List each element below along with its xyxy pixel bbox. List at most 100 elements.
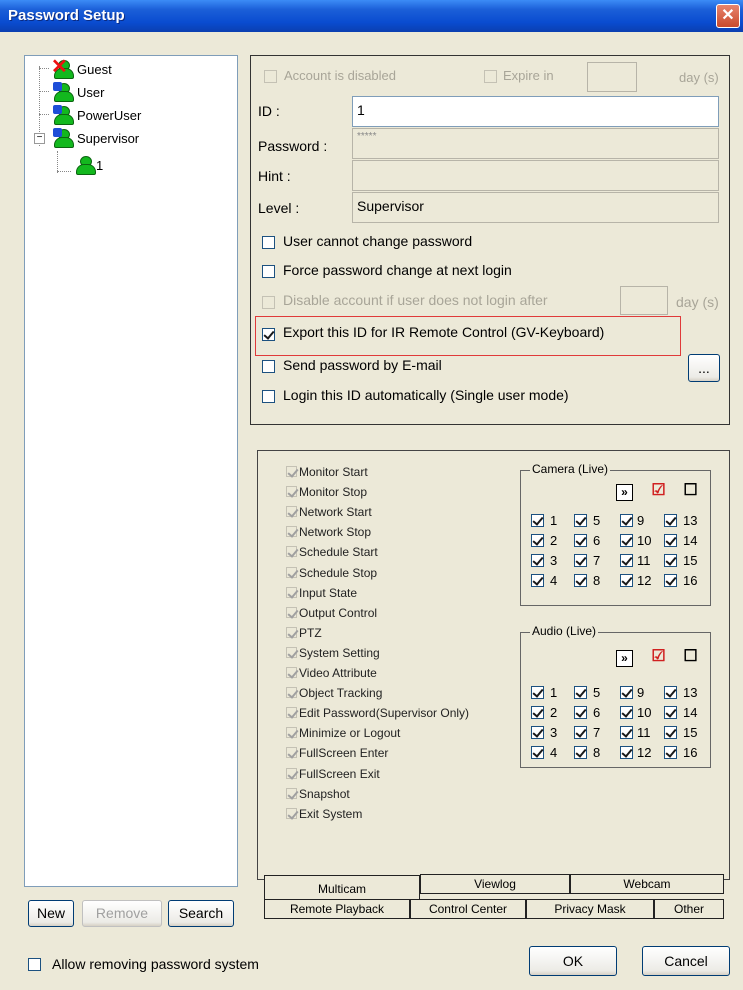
camera-channel-checkbox[interactable]: [620, 554, 633, 567]
camera-channel-checkbox[interactable]: [664, 514, 677, 527]
level-input[interactable]: Supervisor: [352, 192, 719, 223]
camera-select-next-icon[interactable]: »: [616, 484, 633, 501]
audio-channel-checkbox[interactable]: [531, 686, 544, 699]
tab-viewlog[interactable]: Viewlog: [420, 874, 570, 894]
permission-label: Output Control: [299, 605, 378, 620]
audio-channel-checkbox[interactable]: [620, 726, 633, 739]
camera-channel-checkbox[interactable]: [531, 534, 544, 547]
expire-days-input[interactable]: [587, 62, 637, 92]
camera-channel-checkbox[interactable]: [574, 574, 587, 587]
account-disabled-checkbox[interactable]: [264, 70, 277, 83]
camera-channel-checkbox[interactable]: [620, 574, 633, 587]
audio-uncheck-all-icon[interactable]: ☐: [682, 649, 699, 667]
permission-checkbox[interactable]: [286, 707, 297, 719]
audio-channel-checkbox[interactable]: [620, 706, 633, 719]
camera-channel-checkbox[interactable]: [620, 514, 633, 527]
collapse-icon[interactable]: −: [34, 133, 45, 144]
audio-channel-checkbox[interactable]: [620, 746, 633, 759]
audio-channel-checkbox[interactable]: [574, 726, 587, 739]
export-id-ir-remote-checkbox[interactable]: [262, 328, 275, 341]
permission-checkbox[interactable]: [286, 646, 297, 658]
permission-checkbox[interactable]: [286, 667, 297, 678]
disable-after-days-input[interactable]: [620, 286, 668, 315]
camera-channel-label: 8: [593, 573, 601, 588]
audio-channel-checkbox[interactable]: [574, 746, 587, 759]
send-password-email-checkbox[interactable]: [262, 360, 275, 373]
permission-checkbox[interactable]: [286, 747, 297, 759]
camera-uncheck-all-icon[interactable]: ☐: [682, 483, 699, 501]
audio-channel-label: 2: [550, 705, 558, 720]
user-tree[interactable]: ✕ Guest User PowerUser − Supervisor 1: [24, 55, 238, 887]
force-password-change-checkbox[interactable]: [262, 265, 275, 278]
permission-checkbox[interactable]: [286, 586, 297, 598]
audio-channel-checkbox[interactable]: [664, 706, 677, 719]
remove-button[interactable]: Remove: [82, 900, 162, 927]
permission-checkbox[interactable]: [286, 767, 297, 779]
camera-channel-checkbox[interactable]: [574, 514, 587, 527]
camera-check-all-icon[interactable]: ☑: [650, 483, 667, 501]
audio-check-all-icon[interactable]: ☑: [650, 649, 667, 667]
id-label: ID :: [258, 103, 280, 119]
camera-channel-checkbox[interactable]: [531, 514, 544, 527]
permission-checkbox[interactable]: [286, 606, 297, 618]
camera-channel-checkbox[interactable]: [664, 574, 677, 587]
permission-checkbox[interactable]: [286, 466, 297, 477]
audio-channel-checkbox[interactable]: [574, 706, 587, 719]
permission-label: Schedule Stop: [299, 565, 378, 580]
permission-label: Input State: [299, 585, 358, 600]
search-button[interactable]: Search: [168, 900, 234, 927]
ok-button[interactable]: OK: [529, 946, 617, 976]
id-input[interactable]: 1: [352, 96, 719, 127]
close-button[interactable]: ✕: [716, 4, 740, 28]
hint-input[interactable]: [352, 160, 719, 191]
audio-channel-checkbox[interactable]: [531, 706, 544, 719]
audio-channel-checkbox[interactable]: [531, 726, 544, 739]
camera-channel-checkbox[interactable]: [574, 534, 587, 547]
camera-channel-checkbox[interactable]: [531, 574, 544, 587]
level-label: Level :: [258, 200, 300, 216]
allow-removing-password-checkbox[interactable]: [28, 958, 41, 971]
user-cannot-change-password-checkbox[interactable]: [262, 236, 275, 249]
permission-checkbox[interactable]: [286, 546, 297, 558]
tab-multicam[interactable]: Multicam: [264, 875, 420, 899]
camera-channel-checkbox[interactable]: [664, 554, 677, 567]
permission-checkbox[interactable]: [286, 486, 297, 498]
tab-other[interactable]: Other: [654, 899, 724, 919]
permission-checkbox[interactable]: [286, 566, 297, 578]
permission-checkbox[interactable]: [286, 787, 297, 799]
audio-channel-checkbox[interactable]: [574, 686, 587, 699]
permission-label: PTZ: [299, 625, 322, 640]
audio-channel-checkbox[interactable]: [664, 726, 677, 739]
permission-checkbox[interactable]: [286, 687, 297, 699]
tree-item-label: 1: [96, 158, 104, 173]
cancel-button[interactable]: Cancel: [642, 946, 730, 976]
permission-label: Object Tracking: [299, 686, 383, 701]
email-settings-button[interactable]: ...: [688, 354, 720, 382]
disable-account-checkbox[interactable]: [262, 296, 275, 309]
password-input[interactable]: *****: [352, 128, 719, 159]
camera-channel-checkbox[interactable]: [531, 554, 544, 567]
audio-channel-checkbox[interactable]: [531, 746, 544, 759]
expire-checkbox[interactable]: [484, 70, 497, 83]
permission-checkbox[interactable]: [286, 526, 297, 538]
auto-login-checkbox[interactable]: [262, 390, 275, 403]
guest-disabled-user-icon: ✕: [51, 57, 74, 79]
camera-channel-checkbox[interactable]: [574, 554, 587, 567]
permission-checkbox[interactable]: [286, 626, 297, 638]
permission-checkbox[interactable]: [286, 506, 297, 518]
tab-webcam[interactable]: Webcam: [570, 874, 724, 894]
audio-select-next-icon[interactable]: »: [616, 650, 633, 667]
tab-remote-playback[interactable]: Remote Playback: [264, 899, 410, 919]
audio-channel-checkbox[interactable]: [664, 686, 677, 699]
send-password-email-label: Send password by E-mail: [283, 357, 442, 373]
audio-channel-checkbox[interactable]: [664, 746, 677, 759]
new-button[interactable]: New: [28, 900, 74, 927]
camera-channel-label: 13: [683, 513, 698, 528]
tab-control-center[interactable]: Control Center: [410, 899, 526, 919]
permission-checkbox[interactable]: [286, 727, 297, 739]
tab-privacy-mask[interactable]: Privacy Mask: [526, 899, 654, 919]
audio-channel-checkbox[interactable]: [620, 686, 633, 699]
permission-checkbox[interactable]: [286, 807, 297, 819]
camera-channel-checkbox[interactable]: [664, 534, 677, 547]
camera-channel-checkbox[interactable]: [620, 534, 633, 547]
